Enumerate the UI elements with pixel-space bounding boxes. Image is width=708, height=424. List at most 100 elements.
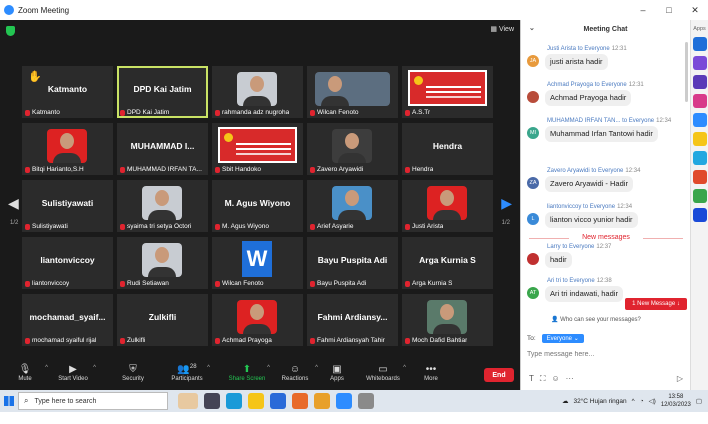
firefox-icon[interactable]: [292, 393, 308, 409]
edge-browser-icon[interactable]: [226, 393, 242, 409]
participant-tile[interactable]: ✋ Katmanto Katmanto: [22, 66, 113, 118]
format-text-icon[interactable]: T: [529, 374, 534, 384]
start-video-button[interactable]: ▶ Start Video ^: [48, 363, 98, 382]
recipient-select[interactable]: Everyone ⌄: [541, 334, 584, 343]
screenshot-icon[interactable]: ⛶: [540, 374, 546, 384]
notifications-icon[interactable]: ▢: [696, 397, 702, 405]
more-button[interactable]: ••• More: [406, 363, 456, 382]
participant-tile[interactable]: liantonviccoy liantonviccoy: [22, 237, 113, 289]
participant-display-name: mochamad_syaif...: [29, 312, 106, 322]
raised-hand-icon: ✋: [28, 71, 42, 83]
muted-mic-icon: [215, 280, 220, 287]
app-icon[interactable]: [692, 170, 707, 184]
whiteboards-button[interactable]: ▭ Whiteboards ^: [358, 363, 408, 382]
participant-display-name: Bayu Puspita Adi: [317, 255, 388, 265]
chevron-up-icon[interactable]: ^: [207, 365, 210, 371]
share-screen-icon: ⬆: [242, 364, 252, 375]
avatar: MI: [527, 127, 539, 139]
next-page-icon[interactable]: ▶: [501, 195, 512, 212]
app-icon[interactable]: [692, 189, 707, 203]
participant-tile[interactable]: Sbit Handoko: [212, 123, 303, 175]
app-icon[interactable]: [692, 113, 707, 127]
app-taskbar-icon[interactable]: [358, 393, 374, 409]
app-icon[interactable]: [692, 151, 707, 165]
chat-message-text: hadir: [545, 252, 572, 268]
participant-tile[interactable]: Fahmi Ardiansy... Fahmi Ardiansyah Tahir: [307, 294, 398, 346]
page-indicator-left: 1/2: [10, 220, 19, 226]
participant-tile[interactable]: DPD Kai Jatim DPD Kai Jatim: [117, 66, 208, 118]
participant-tile[interactable]: Rudi Setiawan: [117, 237, 208, 289]
file-explorer-icon[interactable]: [248, 393, 264, 409]
app-icon[interactable]: [692, 37, 707, 51]
chat-message-meta: Justi Arista to Everyone 12:31: [547, 46, 627, 52]
participants-button[interactable]: 👥28 Participants ^: [162, 363, 212, 382]
security-button[interactable]: ⛨ Security: [108, 363, 158, 382]
send-icon[interactable]: ▷: [677, 374, 683, 384]
participant-name-label: A.S.Tr: [405, 109, 430, 116]
participant-tile[interactable]: Zavero Aryawidi: [307, 123, 398, 175]
taskbar-search[interactable]: ⌕ Type here to search: [18, 392, 168, 410]
end-meeting-button[interactable]: End: [484, 368, 514, 382]
clock[interactable]: 13:58 12/03/2023: [661, 393, 691, 409]
participant-tile[interactable]: Achmad Prayoga: [212, 294, 303, 346]
chevron-up-icon[interactable]: ^: [93, 365, 96, 371]
participant-tile[interactable]: Justi Arista: [402, 180, 493, 232]
task-view-icon[interactable]: [204, 393, 220, 409]
mail-icon[interactable]: [270, 393, 286, 409]
folder-icon[interactable]: [314, 393, 330, 409]
chevron-down-icon[interactable]: ⌄: [529, 24, 535, 32]
chat-header: ⌄ Meeting Chat: [521, 20, 690, 38]
who-can-see-link[interactable]: 👤 Who can see your messages?: [551, 316, 641, 323]
tray-chevron-icon[interactable]: ^: [632, 398, 635, 405]
participant-tile[interactable]: Wilcan Fenoto: [307, 66, 398, 118]
chat-message-meta: liantonviccoy to Everyone 12:34: [547, 204, 633, 210]
muted-mic-icon: [25, 109, 30, 116]
arrow-down-icon: ↓: [676, 301, 680, 307]
chat-message: Zavero Aryawidi to Everyone 12:34 ZA Zavero…: [527, 168, 687, 192]
participant-tile[interactable]: Arga Kurnia S Arga Kurnia S: [402, 237, 493, 289]
weather-widget-icon[interactable]: [178, 393, 198, 409]
emoji-icon[interactable]: ☺: [552, 374, 560, 384]
view-button[interactable]: ▦ View: [490, 25, 514, 33]
participant-name-label: Bitqi Harianto,S.H: [25, 166, 84, 173]
avatar: AT: [527, 287, 539, 299]
maximize-icon[interactable]: □: [656, 0, 682, 20]
new-message-button[interactable]: 1 New Message ↓: [625, 298, 687, 310]
participant-tile[interactable]: Moch Dafid Bahtiar: [402, 294, 493, 346]
participant-tile[interactable]: MUHAMMAD I... MUHAMMAD IRFAN TA...: [117, 123, 208, 175]
participant-tile[interactable]: Sulistiyawati Sulistiyawati: [22, 180, 113, 232]
participant-tile[interactable]: A.S.Tr: [402, 66, 493, 118]
mute-button[interactable]: 🎙 Mute ^: [0, 363, 50, 382]
app-icon[interactable]: [692, 75, 707, 89]
participant-tile[interactable]: W Wilcan Fenoto: [212, 237, 303, 289]
view-label: View: [498, 26, 514, 33]
apps-button[interactable]: ▣ Apps: [312, 363, 362, 382]
participant-tile[interactable]: Zulkifli Zulkifli: [117, 294, 208, 346]
participant-tile[interactable]: Bayu Puspita Adi Bayu Puspita Adi: [307, 237, 398, 289]
new-messages-divider: New messages: [521, 234, 691, 241]
participant-name-label: Bayu Puspita Adi: [310, 280, 366, 287]
participant-tile[interactable]: rahmanda adz nugroha: [212, 66, 303, 118]
app-icon[interactable]: [692, 208, 707, 222]
chat-message-input[interactable]: [527, 346, 683, 362]
start-button[interactable]: [0, 390, 18, 412]
app-icon[interactable]: [692, 56, 707, 70]
participant-tile[interactable]: M. Agus Wiyono M. Agus Wiyono: [212, 180, 303, 232]
participant-tile[interactable]: mochamad_syaif... mochamad syaiful rijal: [22, 294, 113, 346]
previous-page-icon[interactable]: ◀: [8, 195, 19, 212]
share-screen-button[interactable]: ⬆ Share Screen ^: [222, 363, 272, 382]
zoom-taskbar-icon[interactable]: [336, 393, 352, 409]
participant-tile[interactable]: Bitqi Harianto,S.H: [22, 123, 113, 175]
participant-tile[interactable]: Hendra Hendra: [402, 123, 493, 175]
weather-text[interactable]: 32°C Hujan ringan: [573, 398, 626, 405]
minimize-icon[interactable]: –: [630, 0, 656, 20]
network-icon[interactable]: ◔: [640, 398, 644, 405]
more-icon[interactable]: ···: [566, 374, 574, 384]
app-icon[interactable]: [692, 132, 707, 146]
participant-tile[interactable]: Arief Asyarie: [307, 180, 398, 232]
volume-icon[interactable]: ◁): [649, 397, 656, 405]
participant-tile[interactable]: syaima tri setya Octori: [117, 180, 208, 232]
app-icon[interactable]: [692, 94, 707, 108]
close-icon[interactable]: ✕: [682, 0, 708, 20]
security-shield-icon[interactable]: [6, 26, 15, 36]
